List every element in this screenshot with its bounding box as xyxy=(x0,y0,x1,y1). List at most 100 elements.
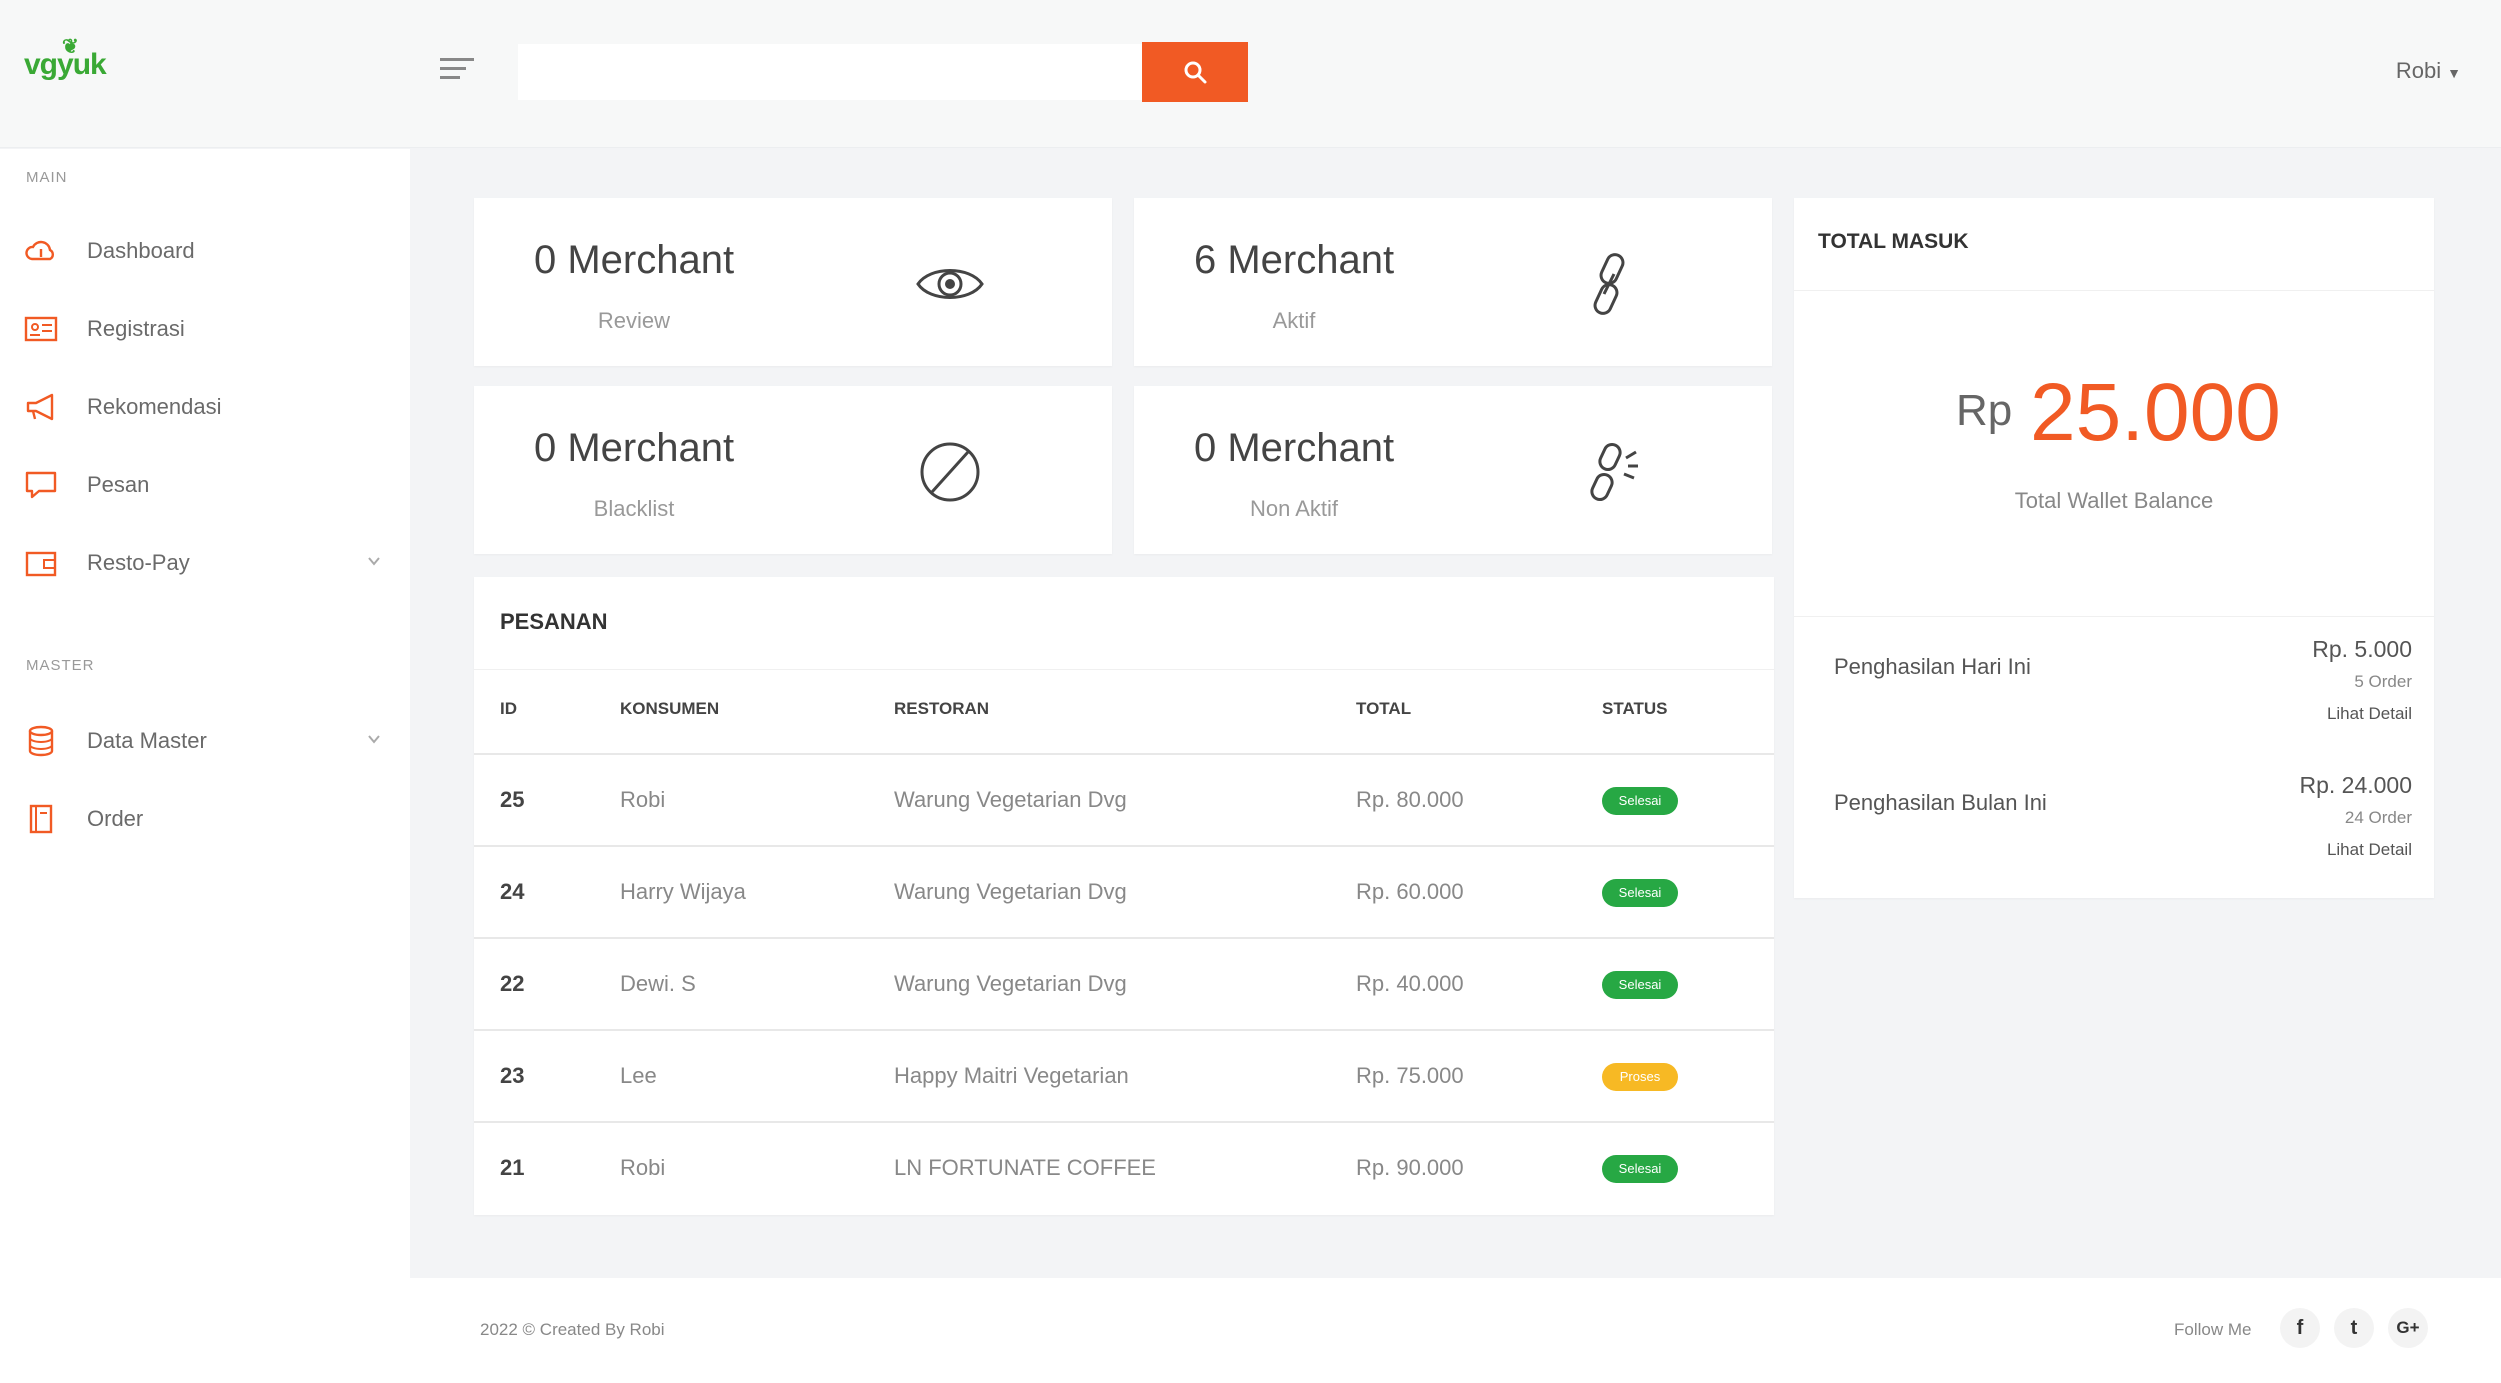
table-row[interactable]: 22 Dewi. S Warung Vegetarian Dvg Rp. 40.… xyxy=(474,937,1774,1029)
leaf-icon: ❦ xyxy=(62,36,79,58)
caret-down-icon: ▼ xyxy=(2447,65,2461,81)
income-today-detail-link[interactable]: Lihat Detail xyxy=(2327,704,2412,724)
total-masuk-panel: TOTAL MASUK Rp 25.000 Total Wallet Balan… xyxy=(1794,198,2434,898)
income-today-label: Penghasilan Hari Ini xyxy=(1834,654,2031,679)
search-icon xyxy=(1184,61,1207,84)
stat-label: Blacklist xyxy=(593,496,675,521)
sidebar-item-data-master[interactable]: Data Master xyxy=(0,711,410,771)
menu-toggle-button[interactable] xyxy=(440,58,474,86)
column-header-id[interactable]: ID xyxy=(500,699,517,719)
user-menu[interactable]: Robi ▼ xyxy=(2396,58,2461,84)
order-konsumen: Robi xyxy=(620,787,666,812)
income-today-amount: Rp. 5.000 xyxy=(2312,636,2412,662)
order-id: 22 xyxy=(500,971,525,996)
sidebar-item-dashboard[interactable]: Dashboard xyxy=(0,221,410,281)
order-total: Rp. 80.000 xyxy=(1356,787,1464,812)
order-restoran: Warung Vegetarian Dvg xyxy=(894,787,1127,812)
document-icon xyxy=(29,804,53,834)
wallet-icon xyxy=(25,551,57,577)
sidebar-item-rekomendasi[interactable]: Rekomendasi xyxy=(0,377,410,437)
order-id: 24 xyxy=(500,879,525,904)
stat-value: 0 Merchant xyxy=(1194,426,1395,470)
ban-icon xyxy=(920,442,980,502)
id-card-icon xyxy=(24,316,58,342)
link-icon xyxy=(1593,253,1625,315)
user-name: Robi xyxy=(2395,58,2442,83)
sidebar-item-label: Pesan xyxy=(87,472,150,497)
sidebar-item-order[interactable]: Order xyxy=(0,789,410,849)
order-total: Rp. 75.000 xyxy=(1356,1063,1464,1088)
status-badge: Selesai xyxy=(1602,879,1678,907)
column-header-restoran[interactable]: RESTORAN xyxy=(894,699,989,719)
order-konsumen: Harry Wijaya xyxy=(620,879,746,904)
chevron-down-icon xyxy=(368,735,380,744)
divider xyxy=(1794,290,2434,291)
sidebar-item-label: Data Master xyxy=(87,728,207,753)
stat-value: 0 Merchant xyxy=(534,238,735,282)
order-total: Rp. 40.000 xyxy=(1356,971,1464,996)
stat-value: 6 Merchant xyxy=(1194,238,1395,282)
eye-icon xyxy=(916,269,984,299)
broken-link-icon xyxy=(1590,442,1638,502)
sidebar-item-registrasi[interactable]: Registrasi xyxy=(0,299,410,359)
top-bar: vgyuk ❦ Robi ▼ xyxy=(0,0,2501,148)
stat-value: 0 Merchant xyxy=(534,426,735,470)
income-month-detail-link[interactable]: Lihat Detail xyxy=(2327,840,2412,860)
stat-label: Non Aktif xyxy=(1249,496,1339,521)
currency-label: Rp xyxy=(1956,386,2013,435)
status-badge: Proses xyxy=(1602,1063,1678,1091)
stat-card-blacklist: 0 Merchant Blacklist xyxy=(474,386,1112,554)
sidebar-item-label: Dashboard xyxy=(87,238,195,263)
table-row[interactable]: 24 Harry Wijaya Warung Vegetarian Dvg Rp… xyxy=(474,845,1774,937)
chevron-down-icon xyxy=(368,557,380,566)
income-month-count: 24 Order xyxy=(2344,808,2412,827)
sidebar-item-pesan[interactable]: Pesan xyxy=(0,455,410,515)
facebook-icon[interactable]: f xyxy=(2280,1308,2320,1348)
twitter-icon[interactable]: t xyxy=(2334,1308,2374,1348)
sidebar-section-title: MAIN xyxy=(26,169,68,186)
column-header-konsumen[interactable]: KONSUMEN xyxy=(620,699,719,719)
table-row[interactable]: 23 Lee Happy Maitri Vegetarian Rp. 75.00… xyxy=(474,1029,1774,1121)
order-konsumen: Dewi. S xyxy=(620,971,696,996)
logo[interactable]: vgyuk ❦ xyxy=(24,36,107,82)
income-today-count: 5 Order xyxy=(2354,672,2412,691)
database-icon xyxy=(28,725,54,757)
sidebar-section-title: MASTER xyxy=(26,657,95,674)
google-plus-icon[interactable]: G+ xyxy=(2388,1308,2428,1348)
order-restoran: Warung Vegetarian Dvg xyxy=(894,971,1127,996)
cloud-icon xyxy=(25,240,54,261)
order-restoran: Warung Vegetarian Dvg xyxy=(894,879,1127,904)
sidebar-item-label: Rekomendasi xyxy=(87,394,222,419)
table-row[interactable]: 21 Robi LN FORTUNATE COFFEE Rp. 90.000 S… xyxy=(474,1121,1774,1213)
search-button[interactable] xyxy=(1142,42,1248,102)
order-id: 21 xyxy=(500,1155,525,1180)
stat-label: Aktif xyxy=(1272,308,1316,333)
income-month-label: Penghasilan Bulan Ini xyxy=(1834,790,2047,815)
sidebar-item-resto-pay[interactable]: Resto-Pay xyxy=(0,533,410,593)
footer: 2022 © Created By Robi Follow Me f t G+ xyxy=(410,1278,2501,1383)
table-row[interactable]: 25 Robi Warung Vegetarian Dvg Rp. 80.000… xyxy=(474,753,1774,845)
order-restoran: Happy Maitri Vegetarian xyxy=(894,1063,1129,1088)
total-masuk-title: TOTAL MASUK xyxy=(1818,230,1969,253)
stat-card-review: 0 Merchant Review xyxy=(474,198,1112,366)
divider xyxy=(1794,616,2434,617)
chat-icon xyxy=(25,471,57,499)
order-total: Rp. 60.000 xyxy=(1356,879,1464,904)
sidebar-item-label: Registrasi xyxy=(87,316,185,341)
stat-card-aktif: 6 Merchant Aktif xyxy=(1134,198,1772,366)
order-konsumen: Lee xyxy=(620,1063,657,1088)
column-header-total[interactable]: TOTAL xyxy=(1356,699,1411,719)
sidebar-item-label: Order xyxy=(87,806,144,831)
income-month-amount: Rp. 24.000 xyxy=(2299,772,2412,798)
status-badge: Selesai xyxy=(1602,1155,1678,1183)
stat-card-non-aktif: 0 Merchant Non Aktif xyxy=(1134,386,1772,554)
sidebar-item-label: Resto-Pay xyxy=(87,550,190,575)
order-id: 25 xyxy=(500,787,525,812)
search-input[interactable] xyxy=(518,44,1142,100)
order-id: 23 xyxy=(500,1063,525,1088)
order-konsumen: Robi xyxy=(620,1155,666,1180)
follow-label: Follow Me xyxy=(2174,1320,2252,1339)
divider xyxy=(474,669,1774,670)
sidebar: MAIN Dashboard Registrasi Rekomendasi Pe… xyxy=(0,149,410,1383)
column-header-status[interactable]: STATUS xyxy=(1602,699,1667,719)
